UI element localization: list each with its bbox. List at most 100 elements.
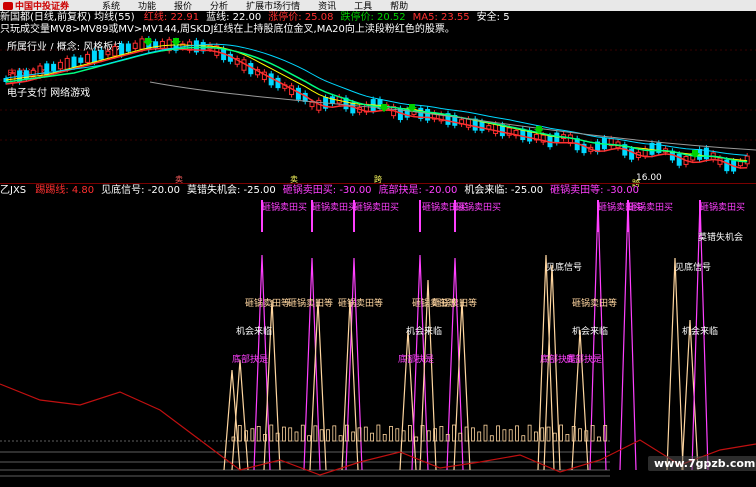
candle-body-17 (119, 43, 125, 56)
candle-body-70 (479, 121, 485, 131)
candle-body-16 (112, 46, 118, 57)
watermark: www.7gpzb.com (648, 456, 756, 471)
kline-chart (0, 35, 756, 477)
sub-indicator-name: 乙JXS (0, 185, 27, 196)
signal-spike-17 (619, 199, 637, 471)
candle-body-81 (554, 132, 560, 144)
hist-bar-17 (338, 435, 343, 442)
hist-bar-58 (597, 436, 601, 442)
candle-body-23 (159, 40, 165, 49)
hist-bar-3 (250, 428, 255, 442)
hist-bar-9 (288, 427, 293, 442)
candle-body-8 (57, 61, 63, 70)
hist-bar-29 (414, 436, 419, 442)
signal-label-15: 砸锅卖田等 (432, 299, 478, 309)
hist-bar-4 (256, 425, 261, 442)
ma-cyan-line (5, 43, 748, 156)
signal-label-17: 机会来临 (236, 327, 273, 337)
signal-label-7: 砸锅卖田买 (700, 203, 746, 213)
signal-label-12: 砸锅卖田等 (288, 299, 334, 309)
signal-label-10: 见底信号 (675, 263, 712, 273)
hist-bar-11 (300, 424, 305, 442)
sub-header-item-0: 踢踢线: 4.80 (35, 185, 95, 196)
candle-body-19 (132, 42, 138, 49)
candle-body-5 (37, 65, 43, 77)
hist-bar-55 (578, 428, 582, 442)
signal-spike-7 (341, 299, 359, 471)
candle-body-20 (139, 38, 145, 50)
sub-header-item-3: 砸锅卖田买: -30.00 (282, 185, 372, 196)
hist-bar-53 (565, 434, 570, 442)
hist-bar-6 (269, 424, 274, 442)
hist-bar-40 (483, 424, 488, 442)
hist-bar-13 (313, 425, 318, 442)
hist-bar-50 (546, 426, 551, 442)
hist-bar-16 (332, 425, 337, 442)
candle-body-11 (78, 57, 84, 63)
signal-label-4: 砸锅卖田买 (456, 203, 502, 213)
hist-bar-48 (534, 431, 538, 442)
hist-bar-10 (294, 431, 299, 442)
signal-spike-8 (399, 329, 417, 471)
sub-header-item-4: 底部抉是: -20.00 (378, 185, 458, 196)
signal-label-0: 砸锅卖田买 (262, 203, 308, 213)
signal-label-11: 砸锅卖田等 (245, 299, 291, 309)
candle-body-72 (493, 123, 499, 134)
signal-label-19: 机会来临 (572, 327, 609, 337)
signal-spike-18 (666, 257, 684, 471)
signal-spike-14 (543, 264, 561, 471)
signal-label-18: 机会来临 (406, 327, 443, 337)
candle-body-9 (64, 57, 70, 70)
hist-bar-25 (389, 425, 393, 442)
hist-bar-38 (470, 427, 475, 442)
hist-bar-8 (281, 426, 286, 442)
signal-label-2: 砸锅卖田买 (354, 203, 400, 213)
hist-bar-45 (515, 425, 519, 442)
candle-body-103 (703, 147, 709, 160)
hist-bar-44 (508, 429, 513, 442)
hist-bar-26 (395, 428, 400, 442)
candle-body-13 (91, 50, 97, 63)
sub-header-item-5: 机会来临: -25.00 (464, 185, 544, 196)
signal-spike-1 (231, 359, 249, 471)
panel-divider (0, 183, 756, 184)
signal-label-20: 机会来临 (682, 327, 719, 337)
candle-body-14 (98, 49, 104, 60)
candle-body-18 (125, 43, 131, 52)
signal-label-6: 砸锅卖田买 (628, 203, 674, 213)
hist-bar-51 (552, 432, 557, 442)
ma-red-line (5, 47, 748, 169)
sub-header-item-2: 莫错失机会: -25.00 (186, 185, 276, 196)
hist-bar-22 (370, 432, 375, 442)
sub-chart-header: 乙JXS 踢踢线: 4.80 见底信号: -20.00 莫错失机会: -25.00 砸… (0, 185, 646, 196)
signal-label-22: 底部抉是 (398, 355, 435, 365)
signal-label-8: 莫错失机会 (698, 233, 744, 243)
hist-bar-41 (489, 435, 494, 442)
candle-body-48 (329, 96, 335, 104)
hist-bar-47 (527, 424, 532, 442)
candle-body-109 (744, 155, 750, 165)
hist-bar-21 (363, 426, 368, 442)
sub-header-item-1: 见底信号: -20.00 (101, 185, 180, 196)
signal-spike-5 (309, 299, 327, 471)
candle-body-99 (676, 153, 682, 166)
signal-label-1: 砸锅卖田买 (312, 203, 358, 213)
oscillator-line (0, 383, 756, 476)
candle-body-10 (71, 56, 77, 68)
candle-body-7 (51, 63, 57, 71)
signal-spike-15 (571, 329, 589, 471)
candle-body-12 (85, 53, 91, 63)
candle-body-62 (425, 109, 431, 121)
candle-body-15 (105, 50, 111, 56)
hist-bar-12 (307, 435, 312, 442)
candle-body-106 (724, 159, 730, 172)
signal-label-9: 见底信号 (546, 263, 583, 273)
candle-body-45 (309, 101, 315, 108)
signal-label-16: 砸锅卖田等 (572, 299, 618, 309)
hist-bar-28 (407, 425, 412, 442)
hist-bar-49 (540, 427, 545, 442)
signal-label-21: 底部抉是 (232, 355, 269, 365)
signal-label-13: 砸锅卖田等 (338, 299, 384, 309)
hist-bar-52 (559, 424, 563, 442)
hist-bar-23 (376, 424, 381, 442)
